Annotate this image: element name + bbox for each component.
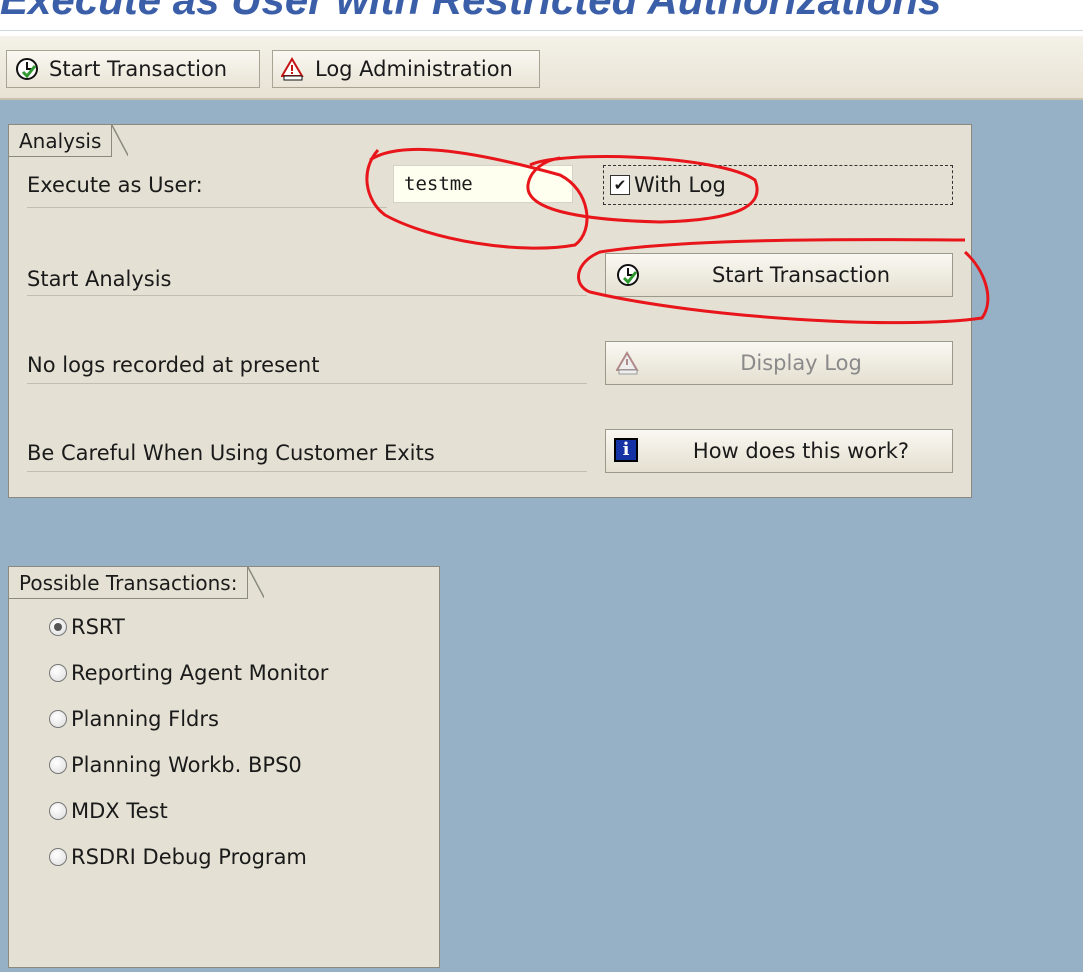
toolbar-log-administration-label: Log Administration bbox=[315, 57, 513, 81]
careful-label: Be Careful When Using Customer Exits bbox=[27, 441, 435, 465]
with-log-checkbox[interactable]: ✔ bbox=[610, 175, 630, 195]
analysis-tab: Analysis bbox=[9, 124, 129, 157]
analysis-group: Analysis Execute as User: testme ✔ With … bbox=[8, 124, 972, 498]
start-transaction-button[interactable]: Start Transaction bbox=[605, 253, 953, 297]
transaction-option[interactable]: Planning Workb. BPS0 bbox=[49, 753, 302, 777]
clock-execute-icon bbox=[15, 57, 39, 81]
display-log-label: Display Log bbox=[740, 351, 862, 375]
display-log-button[interactable]: Display Log bbox=[605, 341, 953, 385]
transaction-option-label: RSRT bbox=[71, 615, 125, 639]
how-does-this-work-label: How does this work? bbox=[692, 439, 910, 463]
radio-button[interactable] bbox=[49, 756, 67, 774]
row-underline bbox=[27, 295, 587, 296]
toolbar-start-transaction-button[interactable]: Start Transaction bbox=[6, 50, 260, 88]
with-log-checkbox-area[interactable]: ✔ With Log bbox=[603, 165, 953, 205]
radio-button[interactable] bbox=[49, 710, 67, 728]
row-underline bbox=[27, 207, 387, 208]
transaction-option[interactable]: MDX Test bbox=[49, 799, 168, 823]
start-analysis-label: Start Analysis bbox=[27, 267, 172, 291]
no-logs-label: No logs recorded at present bbox=[27, 353, 320, 377]
warning-log-icon bbox=[280, 57, 305, 81]
row-underline bbox=[27, 471, 587, 472]
transaction-option[interactable]: RSRT bbox=[49, 615, 125, 639]
execute-as-user-label: Execute as User: bbox=[27, 173, 203, 197]
transaction-option-label: Planning Fldrs bbox=[71, 707, 219, 731]
transaction-option-label: MDX Test bbox=[71, 799, 168, 823]
transaction-option-label: Planning Workb. BPS0 bbox=[71, 753, 302, 777]
warning-log-icon bbox=[615, 351, 640, 375]
transaction-option[interactable]: Planning Fldrs bbox=[49, 707, 219, 731]
info-icon: i bbox=[614, 438, 638, 462]
transaction-option[interactable]: Reporting Agent Monitor bbox=[49, 661, 328, 685]
page-title: Execute as User with Restricted Authoriz… bbox=[0, 0, 1083, 26]
radio-button[interactable] bbox=[49, 848, 67, 866]
start-transaction-label: Start Transaction bbox=[711, 263, 891, 287]
radio-button[interactable] bbox=[49, 618, 67, 636]
title-divider bbox=[0, 30, 1083, 31]
how-does-this-work-button[interactable]: i How does this work? bbox=[605, 429, 953, 473]
row-underline bbox=[27, 383, 587, 384]
radio-button[interactable] bbox=[49, 664, 67, 682]
toolbar-log-administration-button[interactable]: Log Administration bbox=[272, 50, 540, 88]
transaction-option-label: RSDRI Debug Program bbox=[71, 845, 307, 869]
toolbar-start-transaction-label: Start Transaction bbox=[49, 57, 228, 81]
user-input[interactable]: testme bbox=[393, 165, 573, 203]
radio-button[interactable] bbox=[49, 802, 67, 820]
clock-execute-icon bbox=[616, 263, 640, 287]
possible-transactions-tab: Possible Transactions: bbox=[9, 566, 265, 599]
with-log-label: With Log bbox=[634, 173, 726, 197]
main-content: Analysis Execute as User: testme ✔ With … bbox=[0, 100, 1083, 972]
transaction-option[interactable]: RSDRI Debug Program bbox=[49, 845, 307, 869]
transaction-option-label: Reporting Agent Monitor bbox=[71, 661, 329, 685]
application-toolbar: Start Transaction Log Administration bbox=[0, 36, 1083, 100]
possible-transactions-group: Possible Transactions: RSRT Reporting Ag… bbox=[8, 566, 440, 968]
